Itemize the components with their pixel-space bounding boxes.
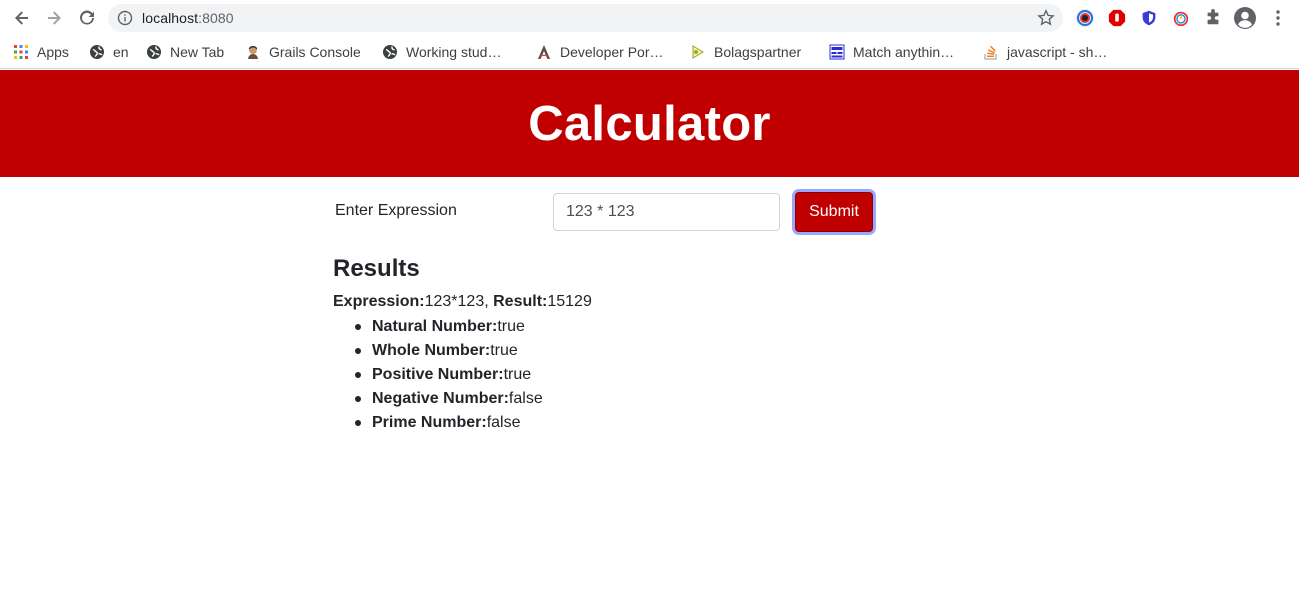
shield-extension-icon[interactable] — [1139, 8, 1159, 28]
timer-extension-icon[interactable] — [1171, 8, 1191, 28]
address-bar[interactable]: localhost:8080 — [108, 4, 1063, 32]
stackoverflow-icon — [983, 44, 999, 60]
bookmark-label: Grails Console — [269, 44, 361, 60]
page-title: Calculator — [528, 96, 771, 151]
info-icon — [117, 10, 133, 26]
menu-kebab-icon[interactable] — [1268, 8, 1288, 28]
expression-input[interactable] — [553, 193, 780, 231]
grails-icon — [245, 44, 261, 60]
arrow-left-icon — [15, 11, 28, 25]
expression-value: 123*123 — [424, 293, 485, 310]
submit-button[interactable]: Submit — [795, 192, 873, 232]
globe-icon — [382, 44, 398, 60]
result-key: Result: — [493, 293, 548, 310]
bookmark-label: Match anythin… — [853, 44, 955, 60]
bookmark-label: Apps — [37, 44, 69, 60]
bookmark-working-stud[interactable]: Working stud… — [382, 41, 501, 63]
property-label: Negative Number: — [372, 390, 509, 407]
reload-button[interactable] — [75, 6, 99, 30]
bookmark-label: Bolagspartner — [714, 44, 802, 60]
result-value: 15129 — [547, 293, 592, 310]
property-value: true — [490, 342, 518, 359]
bookmark-javascript[interactable]: javascript - sh… — [983, 41, 1107, 63]
property-value: true — [503, 366, 532, 383]
expression-label: Enter Expression — [335, 202, 457, 219]
bolagspartner-icon — [690, 44, 706, 60]
developer-portal-icon — [536, 44, 552, 60]
puzzle-extensions-icon[interactable] — [1203, 8, 1223, 28]
forward-button[interactable] — [42, 6, 66, 30]
page-header-banner: Calculator — [0, 70, 1299, 177]
bookmark-en[interactable]: en — [89, 41, 129, 63]
apps-grid-icon — [13, 44, 29, 60]
list-item: Negative Number:false — [355, 389, 543, 413]
property-value: true — [497, 318, 525, 335]
bookmark-label: Working stud… — [406, 44, 502, 60]
expression-key: Expression: — [333, 293, 425, 310]
bookmark-bolagspartner[interactable]: Bolagspartner — [690, 41, 801, 63]
bookmark-apps[interactable]: Apps — [13, 41, 69, 63]
list-item: Prime Number:false — [355, 413, 543, 437]
browser-toolbar: localhost:8080 — [0, 0, 1299, 36]
globe-icon — [146, 44, 162, 60]
bookmark-label: en — [113, 44, 129, 60]
bookmark-label: Developer Por… — [560, 44, 664, 60]
bookmark-grails-console[interactable]: Grails Console — [245, 41, 361, 63]
property-value: false — [508, 390, 543, 407]
url-text: localhost:8080 — [142, 10, 234, 26]
expression-result-line: Expression:123*123, Result:15129 — [333, 293, 592, 311]
separator: , — [484, 293, 489, 310]
bookmarks-bar: Apps en New Tab Grails Console Working s… — [0, 36, 1299, 69]
property-value: false — [486, 414, 521, 431]
list-item: Whole Number:true — [355, 341, 543, 365]
profile-avatar-icon[interactable] — [1234, 7, 1256, 29]
color-picker-extension-icon[interactable] — [1075, 8, 1095, 28]
globe-icon — [89, 44, 105, 60]
list-item: Natural Number:true — [355, 317, 543, 341]
bookmark-developer-portal[interactable]: Developer Por… — [536, 41, 664, 63]
number-properties-list: Natural Number:true Whole Number:true Po… — [355, 317, 543, 437]
property-label: Prime Number: — [372, 414, 487, 431]
bookmark-star-icon[interactable] — [1037, 9, 1055, 27]
reload-icon — [80, 10, 94, 25]
bookmark-match-anything[interactable]: Match anythin… — [829, 41, 954, 63]
property-label: Whole Number: — [372, 342, 491, 359]
bookmark-label: javascript - sh… — [1007, 44, 1108, 60]
property-label: Natural Number: — [372, 318, 498, 335]
results-heading: Results — [333, 255, 420, 282]
bookmark-label: New Tab — [170, 44, 225, 60]
bookmark-new-tab[interactable]: New Tab — [146, 41, 224, 63]
property-label: Positive Number: — [372, 366, 504, 383]
arrow-right-icon — [48, 11, 61, 25]
adblock-extension-icon[interactable] — [1107, 8, 1127, 28]
list-item: Positive Number:true — [355, 365, 543, 389]
back-button[interactable] — [10, 6, 34, 30]
regex-icon — [829, 44, 845, 60]
